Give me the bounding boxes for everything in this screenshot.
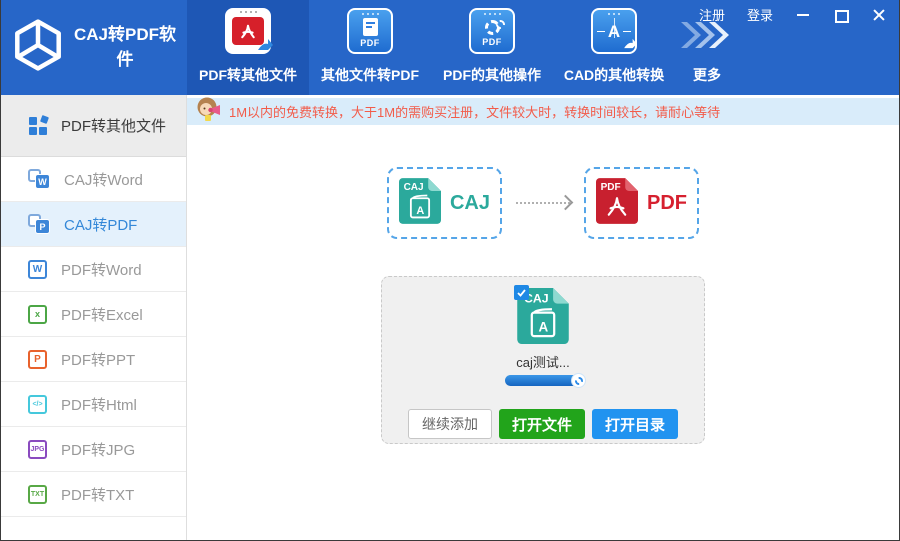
- export-arrow-icon: [257, 38, 274, 56]
- svg-text:PDF: PDF: [601, 182, 621, 193]
- svg-text:A: A: [539, 320, 549, 335]
- pdf-to-excel-icon: x: [28, 304, 47, 324]
- tab-label: 更多: [693, 67, 721, 83]
- tab-label: PDF的其他操作: [443, 67, 541, 83]
- open-folder-button[interactable]: 打开目录: [592, 409, 679, 439]
- app-window: CAJ转PDF软件 PDF转其他文件 PDF 其他文件转PDF PDF PDF的…: [0, 0, 900, 541]
- sidebar-item-caj-to-pdf[interactable]: P CAJ转PDF: [1, 202, 186, 247]
- pdf-to-ppt-icon: P: [28, 349, 47, 369]
- pdf-to-txt-icon: TXT: [28, 484, 47, 504]
- target-format-box: PDF PDF: [584, 167, 699, 239]
- pdf-to-word-icon: W: [28, 259, 47, 279]
- tab-label: PDF转其他文件: [199, 67, 297, 83]
- svg-text:CAJ: CAJ: [404, 182, 424, 193]
- header: CAJ转PDF软件 PDF转其他文件 PDF 其他文件转PDF PDF PDF的…: [1, 0, 899, 95]
- mascot-icon: [195, 96, 222, 127]
- add-more-button[interactable]: 继续添加: [407, 409, 492, 439]
- source-format-box: CAJ A CAJ: [387, 167, 502, 239]
- other-to-pdf-icon: PDF: [347, 8, 393, 54]
- sidebar-item-pdf-to-excel[interactable]: x PDF转Excel: [1, 292, 186, 337]
- sidebar-header-label: PDF转其他文件: [61, 118, 167, 135]
- source-format-label: CAJ: [449, 191, 490, 214]
- file-dropzone[interactable]: CAJ A caj测试... 继续添加 打开文件 打开目录: [381, 276, 705, 444]
- brand: CAJ转PDF软件: [1, 0, 187, 95]
- tab-label: CAD的其他转换: [563, 67, 665, 83]
- more-arrows-icon: [681, 20, 733, 55]
- selected-check-icon: [514, 285, 529, 300]
- sidebar-item-pdf-to-jpg[interactable]: JPG PDF转JPG: [1, 427, 186, 472]
- cad-convert-icon: A: [591, 8, 637, 54]
- file-name: caj测试...: [516, 355, 570, 370]
- progress-gear-icon: [571, 373, 586, 388]
- tab-other-to-pdf[interactable]: PDF 其他文件转PDF: [309, 0, 431, 95]
- category-grid-icon: [28, 114, 49, 136]
- notice-banner: 1M以内的免费转换，大于1M的需购买注册，文件较大时，转换时间较长，请耐心等待: [187, 96, 899, 127]
- register-link[interactable]: 注册: [699, 5, 725, 24]
- login-link[interactable]: 登录: [747, 5, 773, 24]
- conversion-arrow-icon: [516, 202, 570, 204]
- minimize-button[interactable]: [795, 8, 811, 22]
- sidebar: PDF转其他文件 W CAJ转Word P CAJ转PDF W PDF转Word…: [1, 95, 187, 540]
- top-tabs: PDF转其他文件 PDF 其他文件转PDF PDF PDF的其他操作 A CAD…: [187, 0, 739, 95]
- progress-bar: [505, 373, 586, 388]
- titlebar-controls: 注册 登录: [699, 5, 887, 24]
- sidebar-header: PDF转其他文件: [1, 95, 186, 157]
- sidebar-item-pdf-to-word[interactable]: W PDF转Word: [1, 247, 186, 292]
- sidebar-item-pdf-to-ppt[interactable]: P PDF转PPT: [1, 337, 186, 382]
- file-item[interactable]: CAJ A: [514, 285, 569, 349]
- conversion-illustration: CAJ A CAJ PDF PDF: [187, 167, 899, 239]
- pdf-to-html-icon: </>: [28, 394, 47, 414]
- tab-pdf-to-other[interactable]: PDF转其他文件: [187, 0, 309, 95]
- action-buttons: 继续添加 打开文件 打开目录: [407, 409, 679, 439]
- sidebar-item-pdf-to-txt[interactable]: TXT PDF转TXT: [1, 472, 186, 517]
- cad-arrow-icon: [623, 36, 638, 54]
- open-file-button[interactable]: 打开文件: [498, 409, 585, 439]
- svg-text:A: A: [416, 204, 424, 216]
- pdf-to-other-icon: [225, 8, 274, 56]
- caj-file-icon: CAJ A: [398, 177, 441, 229]
- sidebar-item-pdf-to-html[interactable]: </> PDF转Html: [1, 382, 186, 427]
- notice-text: 1M以内的免费转换，大于1M的需购买注册，文件较大时，转换时间较长，请耐心等待: [229, 105, 721, 120]
- pdf-to-jpg-icon: JPG: [28, 439, 47, 459]
- pdf-operations-gear-icon: PDF: [469, 8, 515, 54]
- target-format-label: PDF: [647, 191, 687, 214]
- caj-to-pdf-icon: P: [28, 214, 50, 234]
- app-title: CAJ转PDF软件: [73, 24, 176, 69]
- maximize-button[interactable]: [833, 8, 849, 23]
- app-logo-icon: [11, 18, 65, 77]
- caj-to-word-icon: W: [28, 169, 50, 189]
- sidebar-item-caj-to-word[interactable]: W CAJ转Word: [1, 157, 186, 202]
- pdf-file-icon: PDF: [596, 177, 638, 229]
- close-button[interactable]: [871, 8, 887, 22]
- tab-label: 其他文件转PDF: [321, 67, 419, 83]
- main-content: 1M以内的免费转换，大于1M的需购买注册，文件较大时，转换时间较长，请耐心等待 …: [187, 95, 899, 540]
- tab-pdf-operations[interactable]: PDF PDF的其他操作: [431, 0, 553, 95]
- tab-cad-convert[interactable]: A CAD的其他转换: [553, 0, 675, 95]
